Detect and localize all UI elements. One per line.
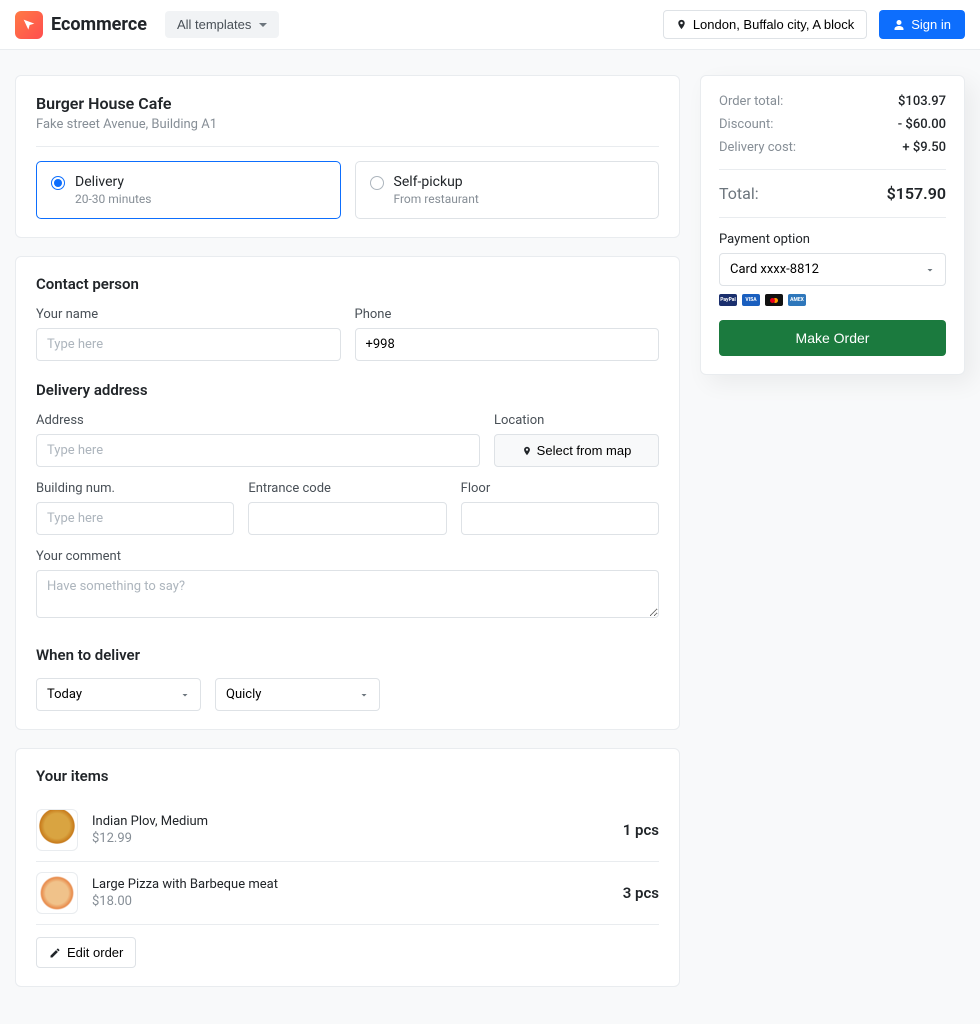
edit-order-button[interactable]: Edit order [36,937,136,968]
map-pin-icon [676,19,687,30]
item-thumbnail [36,809,78,851]
entrance-input[interactable] [248,502,446,535]
location-text: London, Buffalo city, A block [693,17,854,32]
building-input[interactable] [36,502,234,535]
items-card: Your items Indian Plov, Medium $12.99 1 … [15,748,680,987]
user-icon [893,19,905,31]
location-button[interactable]: London, Buffalo city, A block [663,10,867,39]
signin-button[interactable]: Sign in [879,10,965,39]
delivery-option-pickup[interactable]: Self-pickup From restaurant [355,161,660,219]
mastercard-icon [765,294,783,306]
brand-name: Ecommerce [51,14,147,35]
total-label: Total: [719,184,759,203]
item-row: Indian Plov, Medium $12.99 1 pcs [36,799,659,862]
visa-icon: VISA [742,294,760,306]
edit-order-label: Edit order [67,945,123,960]
payment-select[interactable]: Card xxxx-8812 [719,253,946,286]
make-order-label: Make Order [796,330,870,346]
item-quantity: 3 pcs [623,884,659,902]
item-name: Large Pizza with Barbeque meat [92,877,609,892]
location-label: Location [494,413,659,428]
item-thumbnail [36,872,78,914]
entrance-label: Entrance code [248,481,446,496]
total-value: $157.90 [887,184,946,203]
item-price: $12.99 [92,831,609,846]
floor-input[interactable] [461,502,659,535]
item-price: $18.00 [92,894,609,909]
order-total-label: Order total: [719,94,783,109]
payment-option-label: Payment option [719,232,946,247]
vendor-name: Burger House Cafe [36,94,659,113]
select-from-map-button[interactable]: Select from map [494,434,659,467]
address-input[interactable] [36,434,480,467]
brand-logo-icon [15,11,43,39]
signin-label: Sign in [911,17,951,32]
discount-value: - $60.00 [898,117,946,132]
delivery-sublabel: 20-30 minutes [75,192,151,206]
delivery-cost-label: Delivery cost: [719,140,796,155]
name-label: Your name [36,307,341,322]
map-pin-icon [522,446,532,456]
when-day-select[interactable]: Today [36,678,201,711]
comment-textarea[interactable] [36,570,659,618]
pickup-sublabel: From restaurant [394,192,479,206]
delivery-label: Delivery [75,174,151,190]
divider [719,217,946,218]
name-input[interactable] [36,328,341,361]
phone-input[interactable] [355,328,660,361]
delivery-cost-value: + $9.50 [902,140,946,155]
item-row: Large Pizza with Barbeque meat $18.00 3 … [36,862,659,925]
divider [36,146,659,147]
item-quantity: 1 pcs [623,821,659,839]
radio-icon [51,176,65,190]
select-map-label: Select from map [537,443,632,458]
building-label: Building num. [36,481,234,496]
make-order-button[interactable]: Make Order [719,320,946,356]
delivery-option-delivery[interactable]: Delivery 20-30 minutes [36,161,341,219]
summary-card: Order total: $103.97 Discount: - $60.00 … [700,75,965,375]
item-name: Indian Plov, Medium [92,814,609,829]
chevron-down-icon [259,23,267,27]
vendor-address: Fake street Avenue, Building A1 [36,117,659,132]
amex-icon: AMEX [788,294,806,306]
when-title: When to deliver [36,646,659,664]
items-title: Your items [36,767,659,785]
phone-label: Phone [355,307,660,322]
radio-icon [370,176,384,190]
all-templates-button[interactable]: All templates [165,11,279,38]
payment-icons: PayPal VISA AMEX [719,294,946,306]
brand-link[interactable]: Ecommerce [15,11,147,39]
all-templates-label: All templates [177,17,251,32]
order-total-value: $103.97 [898,94,946,109]
pencil-icon [49,947,61,959]
delivery-address-title: Delivery address [36,381,659,399]
floor-label: Floor [461,481,659,496]
comment-label: Your comment [36,549,659,564]
vendor-card: Burger House Cafe Fake street Avenue, Bu… [15,75,680,238]
contact-title: Contact person [36,275,659,293]
contact-delivery-card: Contact person Your name Phone Delivery … [15,256,680,730]
pickup-label: Self-pickup [394,174,479,190]
top-header: Ecommerce All templates London, Buffalo … [0,0,980,50]
address-label: Address [36,413,480,428]
paypal-icon: PayPal [719,294,737,306]
divider [719,169,946,170]
when-time-select[interactable]: Quicly [215,678,380,711]
discount-label: Discount: [719,117,773,132]
